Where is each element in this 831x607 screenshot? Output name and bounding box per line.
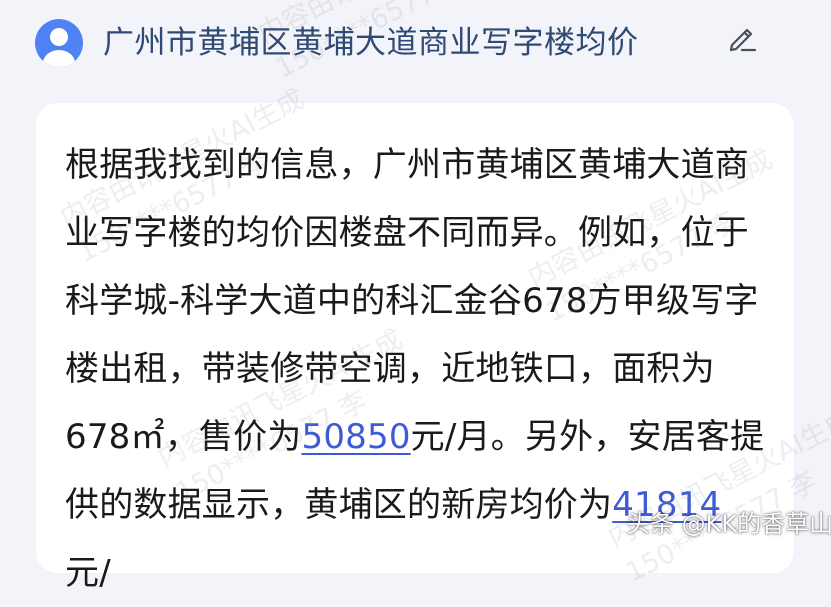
footer-credit: 头条 @KK的香草山 (626, 510, 831, 538)
avatar-head (50, 28, 68, 46)
answer-text-part-1: 根据我找到的信息，广州市黄埔区黄埔大道商业写字楼的均价因楼盘不同而异。例如，位于… (65, 145, 759, 457)
avatar-body (43, 50, 75, 67)
user-query-text: 广州市黄埔区黄埔大道商业写字楼均价 (103, 25, 639, 61)
user-query-row: 广州市黄埔区黄埔大道商业写字楼均价 (0, 0, 831, 88)
answer-text-part-3: 元/ (65, 553, 111, 593)
user-avatar-icon (35, 19, 83, 67)
price-link-rent[interactable]: 50850 (302, 417, 411, 457)
pencil-edit-icon[interactable] (722, 20, 762, 56)
